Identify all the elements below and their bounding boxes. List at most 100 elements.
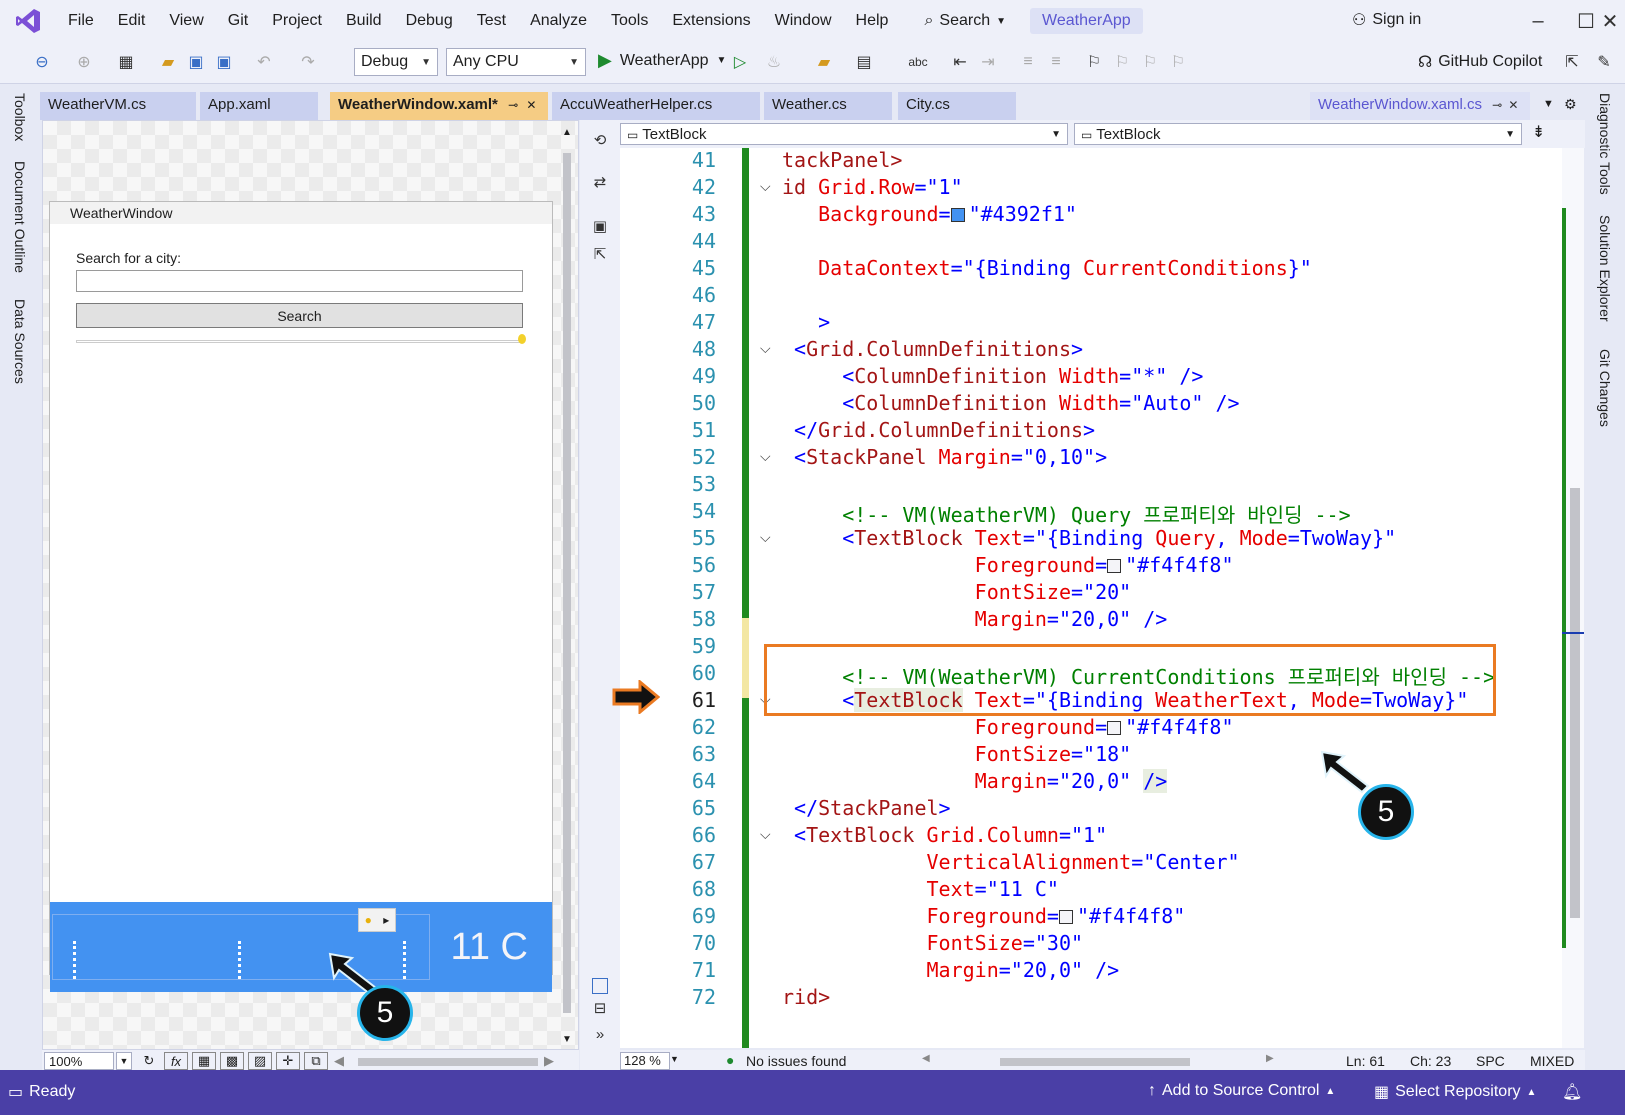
- issues-status[interactable]: No issues found: [746, 1053, 846, 1069]
- scrollbar-thumb[interactable]: [1570, 488, 1580, 918]
- scroll-left-icon[interactable]: ◀: [922, 1053, 930, 1064]
- resize-handle[interactable]: [73, 941, 77, 979]
- current-conditions-panel[interactable]: ● ▸ 11 C: [50, 902, 552, 992]
- horizontal-scrollbar-thumb[interactable]: [1000, 1058, 1190, 1066]
- platform-select[interactable]: Any CPU ▼: [446, 48, 586, 76]
- designer-zoom-select[interactable]: 100%: [44, 1052, 114, 1070]
- chevron-down-icon[interactable]: ▼: [116, 1052, 132, 1070]
- tab-accuweatherhelper-cs[interactable]: AccuWeatherHelper.cs: [552, 92, 762, 120]
- solution-explorer-button[interactable]: ▰: [812, 50, 836, 74]
- popout-icon[interactable]: ⇱: [590, 244, 610, 264]
- save-button[interactable]: ▣: [184, 50, 208, 74]
- gear-icon[interactable]: ⚙: [1564, 96, 1577, 113]
- diagnostic-tools-tab[interactable]: Diagnostic Tools: [1597, 93, 1613, 195]
- uncomment-button[interactable]: ⇥: [976, 50, 1000, 74]
- line-indicator[interactable]: Ln: 61: [1346, 1053, 1385, 1069]
- scrollbar-thumb[interactable]: [563, 153, 571, 1013]
- search-button[interactable]: Search: [76, 303, 523, 328]
- menu-window[interactable]: Window: [763, 12, 844, 30]
- code-editor[interactable]: 41 42 43 44 45 46 47 48 49 50 51 52 53 54 55 56 57 58 59 60…: [620, 148, 1562, 1048]
- spell-check-button[interactable]: abc: [906, 50, 930, 74]
- new-item-button[interactable]: ▦: [114, 50, 138, 74]
- designer-vertical-scrollbar[interactable]: ▲ ▼: [560, 127, 574, 1045]
- vertical-split-icon[interactable]: [592, 978, 608, 994]
- tab-app-xaml[interactable]: App.xaml: [200, 92, 320, 120]
- color-swatch[interactable]: [1058, 910, 1073, 924]
- hot-reload-button[interactable]: ♨: [762, 50, 786, 74]
- data-sources-tab[interactable]: Data Sources: [12, 299, 28, 384]
- menu-tools[interactable]: Tools: [599, 12, 660, 30]
- navigate-forward-button[interactable]: ⊕: [72, 50, 96, 74]
- collapse-pane-icon[interactable]: ▣: [590, 216, 610, 236]
- editor-zoom-select[interactable]: 128 %: [620, 1052, 670, 1070]
- start-without-debugging-button[interactable]: ▷: [728, 50, 752, 74]
- redo-button[interactable]: ↷: [296, 50, 320, 74]
- color-swatch[interactable]: [1107, 721, 1122, 735]
- scroll-up-icon[interactable]: ▲: [562, 127, 572, 138]
- lightbulb-icon[interactable]: [518, 334, 526, 344]
- fold-toggle-icon[interactable]: ⌵: [760, 826, 774, 843]
- feedback-button[interactable]: ✎: [1592, 50, 1616, 74]
- document-outline-tab[interactable]: Document Outline: [12, 161, 28, 273]
- search-button[interactable]: ⌕ Search ▼: [914, 6, 1016, 36]
- configuration-select[interactable]: Debug ▼: [354, 48, 438, 76]
- fold-toggle-icon[interactable]: ⌵: [760, 448, 774, 465]
- menu-file[interactable]: File: [56, 12, 106, 30]
- quick-actions-button[interactable]: ● ▸: [358, 908, 396, 932]
- menu-view[interactable]: View: [157, 12, 215, 30]
- swap-panes-icon[interactable]: ⟲: [590, 130, 610, 150]
- horizontal-scrollbar-thumb[interactable]: [358, 1058, 538, 1066]
- toolbox-tab[interactable]: Toolbox: [12, 93, 28, 141]
- tab-weatherwindow-xaml[interactable]: WeatherWindow.xaml* ⊸ ✕: [330, 92, 550, 120]
- element-member-select[interactable]: ▭ TextBlock ▼: [1074, 123, 1522, 145]
- device-preview-icon[interactable]: ⧉: [304, 1052, 328, 1070]
- snap-grid-icon[interactable]: ▩: [220, 1052, 244, 1070]
- whitespace-indicator[interactable]: SPC: [1476, 1053, 1505, 1069]
- next-bookmark-button[interactable]: ⚐: [1138, 50, 1162, 74]
- chevron-down-icon[interactable]: ▼: [670, 1054, 679, 1064]
- menu-extensions[interactable]: Extensions: [660, 12, 762, 30]
- undo-button[interactable]: ↶: [252, 50, 276, 74]
- grid-toggle-icon[interactable]: ▦: [192, 1052, 216, 1070]
- fold-toggle-icon[interactable]: ⌵: [760, 178, 774, 195]
- tab-weather-cs[interactable]: Weather.cs: [764, 92, 894, 120]
- refresh-icon[interactable]: ↻: [138, 1052, 160, 1070]
- close-button[interactable]: ✕: [1596, 6, 1624, 36]
- menu-debug[interactable]: Debug: [394, 12, 465, 30]
- menu-project[interactable]: Project: [260, 12, 334, 30]
- window-layout-button[interactable]: ▤: [852, 50, 876, 74]
- outdent-button[interactable]: ≡: [1016, 50, 1040, 74]
- menu-edit[interactable]: Edit: [106, 12, 158, 30]
- color-swatch[interactable]: [1107, 559, 1122, 573]
- expand-pane-icon[interactable]: »: [590, 1024, 610, 1044]
- tab-list-dropdown-icon[interactable]: ▼: [1543, 98, 1554, 110]
- pin-icon[interactable]: ⊸: [1492, 98, 1502, 112]
- tab-weathervm-cs[interactable]: WeatherVM.cs: [40, 92, 198, 120]
- select-repository-button[interactable]: ▦ Select Repository ▲: [1374, 1082, 1536, 1102]
- artboard-background-icon[interactable]: ▨: [248, 1052, 272, 1070]
- git-changes-tab[interactable]: Git Changes: [1597, 349, 1613, 427]
- color-swatch[interactable]: [950, 208, 965, 222]
- split-editor-icon[interactable]: ⇟: [1532, 122, 1545, 142]
- scroll-left-icon[interactable]: ◀: [332, 1052, 346, 1070]
- notifications-button[interactable]: 🔔︎: [1562, 1082, 1582, 1102]
- column-indicator[interactable]: Ch: 23: [1410, 1053, 1451, 1069]
- menu-build[interactable]: Build: [334, 12, 394, 30]
- editor-vertical-scrollbar[interactable]: [1562, 148, 1584, 1048]
- prev-bookmark-button[interactable]: ⚐: [1110, 50, 1134, 74]
- resize-handle[interactable]: [403, 941, 407, 979]
- navigate-back-button[interactable]: ⊖: [30, 50, 54, 74]
- fold-toggle-icon[interactable]: ⌵: [760, 529, 774, 546]
- resize-handle[interactable]: [238, 941, 242, 979]
- menu-analyze[interactable]: Analyze: [518, 12, 599, 30]
- snap-lines-icon[interactable]: ✛: [276, 1052, 300, 1070]
- tab-weatherwindow-xaml-cs-preview[interactable]: WeatherWindow.xaml.cs ⊸ ✕: [1310, 92, 1532, 120]
- minimize-button[interactable]: –: [1520, 6, 1556, 36]
- open-button[interactable]: ▰: [156, 50, 180, 74]
- add-to-source-control-button[interactable]: ↑ Add to Source Control ▲: [1148, 1082, 1335, 1100]
- menu-test[interactable]: Test: [465, 12, 518, 30]
- comment-button[interactable]: ⇤: [948, 50, 972, 74]
- start-debugging-button[interactable]: ▶ WeatherApp ▼: [598, 50, 726, 71]
- scroll-right-icon[interactable]: ▶: [542, 1052, 556, 1070]
- close-icon[interactable]: ✕: [526, 98, 536, 112]
